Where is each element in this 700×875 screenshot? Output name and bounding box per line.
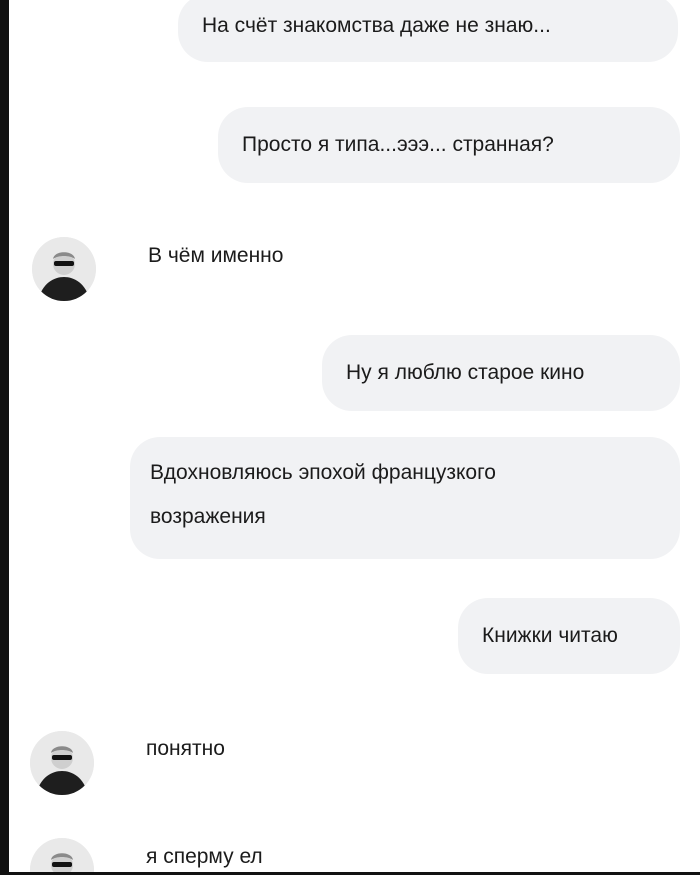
user-avatar-icon[interactable] xyxy=(32,237,96,301)
message-bubble-outgoing[interactable]: Ну я люблю старое кино xyxy=(322,335,680,411)
message-text: Ну я люблю старое кино xyxy=(346,361,585,384)
message-text-line: возражения xyxy=(150,505,266,528)
message-text-line: Вдохновляюсь эпохой французкого xyxy=(150,461,496,484)
message-text: На счёт знакомства даже не знаю... xyxy=(202,14,551,37)
message-text: Просто я типа...эээ... странная? xyxy=(242,133,554,156)
incoming-message-text: понятно xyxy=(146,737,225,760)
left-edge xyxy=(0,0,9,875)
chat-screen: На счёт знакомства даже не знаю... Прост… xyxy=(0,0,700,875)
incoming-message-text: я сперму ел xyxy=(146,845,263,868)
user-avatar-icon[interactable] xyxy=(30,838,94,875)
message-bubble-outgoing[interactable]: Вдохновляюсь эпохой французкого возражен… xyxy=(130,437,680,559)
message-bubble-outgoing[interactable]: На счёт знакомства даже не знаю... xyxy=(178,0,678,62)
user-avatar-icon[interactable] xyxy=(30,731,94,795)
message-bubble-outgoing[interactable]: Просто я типа...эээ... странная? xyxy=(218,107,680,183)
message-text: Книжки читаю xyxy=(482,624,618,647)
incoming-message-text: В чём именно xyxy=(148,244,284,267)
message-bubble-outgoing[interactable]: Книжки читаю xyxy=(458,598,680,674)
